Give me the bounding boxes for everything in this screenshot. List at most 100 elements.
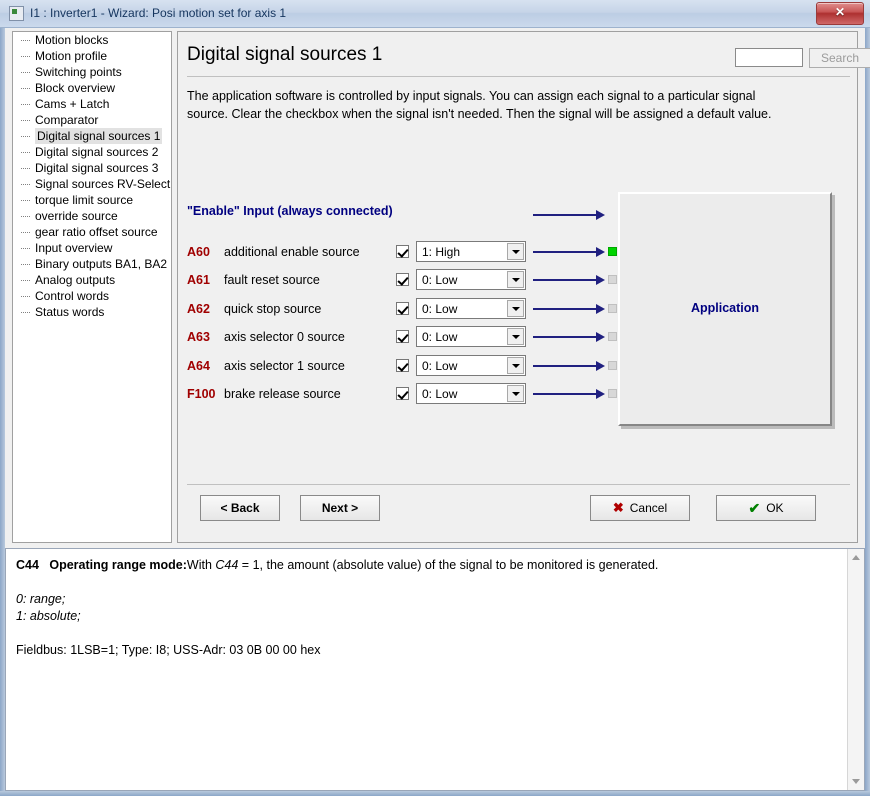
sidebar-item-motion-blocks[interactable]: Motion blocks: [13, 32, 171, 48]
sidebar-item-torque-limit-source[interactable]: torque limit source: [13, 192, 171, 208]
signal-source-select[interactable]: 0: Low: [416, 269, 526, 291]
signal-row: A64 axis selector 1 source 0: Low: [178, 354, 859, 379]
help-body-rest: = 1, the amount (absolute value) of the …: [238, 558, 659, 572]
signal-row: F100 brake release source 0: Low: [178, 383, 859, 407]
sidebar-item-label: Signal sources RV-Select: [35, 177, 171, 191]
signal-label: axis selector 0 source: [224, 330, 345, 345]
sidebar-item-label: Control words: [35, 289, 110, 303]
sidebar-item-digital-signal-sources-3[interactable]: Digital signal sources 3: [13, 160, 171, 176]
signal-row: A60 additional enable source 1: High: [178, 241, 859, 265]
scroll-up-icon[interactable]: [848, 549, 864, 566]
sidebar-item-switching-points[interactable]: Switching points: [13, 64, 171, 80]
signal-source-select[interactable]: 0: Low: [416, 297, 526, 319]
sidebar-item-binary-outputs-ba1-ba2[interactable]: Binary outputs BA1, BA2: [13, 256, 171, 272]
sidebar-item-label: Switching points: [35, 65, 122, 79]
sidebar-item-label: Cams + Latch: [35, 97, 110, 111]
cancel-button[interactable]: ✖ Cancel: [590, 495, 690, 521]
signal-enable-checkbox[interactable]: [396, 273, 409, 287]
signal-parameter-code: A61: [187, 273, 210, 288]
signal-source-select[interactable]: 0: Low: [416, 354, 526, 376]
signal-source-select[interactable]: 1: High: [416, 241, 526, 262]
footer-divider: [187, 484, 850, 485]
signal-enable-checkbox[interactable]: [396, 330, 409, 344]
chevron-down-icon[interactable]: [507, 328, 524, 346]
search-input[interactable]: [735, 48, 803, 67]
sidebar-item-label: Comparator: [35, 113, 99, 127]
help-scrollbar[interactable]: [847, 549, 864, 790]
signal-source-value: 0: Low: [422, 301, 458, 316]
sidebar-item-label: Status words: [35, 305, 105, 319]
signal-enable-checkbox[interactable]: [396, 387, 409, 400]
sidebar-item-cams-latch[interactable]: Cams + Latch: [13, 96, 171, 112]
signal-label: quick stop source: [224, 301, 322, 316]
signal-status-indicator: [608, 247, 617, 256]
help-heading: Operating range mode:: [49, 558, 187, 572]
signal-parameter-code: F100: [187, 387, 216, 401]
sidebar-item-control-words[interactable]: Control words: [13, 288, 171, 304]
back-button[interactable]: < Back: [200, 495, 280, 521]
title-divider: [187, 76, 850, 77]
signal-enable-checkbox[interactable]: [396, 245, 409, 258]
window-border-right: [865, 0, 870, 796]
chevron-down-icon[interactable]: [507, 299, 524, 317]
signal-source-value: 0: Low: [422, 358, 458, 373]
sidebar-item-input-overview[interactable]: Input overview: [13, 240, 171, 256]
signal-label: axis selector 1 source: [224, 358, 345, 373]
signal-parameter-code: A60: [187, 245, 210, 259]
sidebar-item-signal-sources-rv-select[interactable]: Signal sources RV-Select: [13, 176, 171, 192]
window-title: I1 : Inverter1 - Wizard: Posi motion set…: [30, 6, 287, 20]
navigation-tree[interactable]: Motion blocks Motion profile Switching poi…: [12, 31, 172, 543]
signal-source-select[interactable]: 0: Low: [416, 383, 526, 404]
search-button[interactable]: Search: [809, 48, 870, 68]
signal-enable-checkbox[interactable]: [396, 301, 409, 315]
application-icon: [9, 6, 24, 21]
signal-source-value: 0: Low: [422, 330, 458, 345]
ok-button[interactable]: ✔ OK: [716, 495, 816, 521]
client-area: Motion blocks Motion profile Switching poi…: [5, 28, 870, 546]
signal-status-indicator: [608, 303, 617, 313]
signal-status-indicator: [608, 275, 617, 285]
scroll-down-icon[interactable]: [848, 773, 864, 790]
chevron-down-icon[interactable]: [507, 243, 524, 260]
sidebar-item-digital-signal-sources-1[interactable]: Digital signal sources 1: [13, 128, 171, 144]
close-icon[interactable]: [816, 2, 864, 25]
sidebar-item-label: Digital signal sources 3: [35, 161, 159, 175]
chevron-down-icon[interactable]: [507, 271, 524, 289]
enable-input-label: "Enable" Input (always connected): [187, 204, 393, 218]
sidebar-item-override-source[interactable]: override source: [13, 208, 171, 224]
page-title: Digital signal sources 1: [187, 44, 383, 65]
signal-row: A63 axis selector 0 source 0: Low: [178, 326, 859, 350]
sidebar-item-label: Motion profile: [35, 49, 108, 63]
signal-source-value: 1: High: [422, 245, 461, 259]
signal-row: A62 quick stop source 0: Low: [178, 297, 859, 322]
help-panel: C44 Operating range mode:With C44 = 1, t…: [5, 548, 865, 791]
signal-enable-checkbox[interactable]: [396, 358, 409, 372]
help-body: With: [186, 558, 216, 572]
signal-source-value: 0: Low: [422, 387, 458, 401]
sidebar-item-status-words[interactable]: Status words: [13, 304, 171, 320]
sidebar-item-gear-ratio-offset-source[interactable]: gear ratio offset source: [13, 224, 171, 240]
sidebar-item-digital-signal-sources-2[interactable]: Digital signal sources 2: [13, 144, 171, 160]
sidebar-item-label: Digital signal sources 2: [35, 145, 159, 159]
signal-parameter-code: A63: [187, 330, 210, 345]
sidebar-item-motion-profile[interactable]: Motion profile: [13, 48, 171, 64]
sidebar-item-label: Analog outputs: [35, 273, 116, 287]
sidebar-item-label: Motion blocks: [35, 33, 109, 47]
help-option-0: 0: range;: [16, 592, 66, 606]
signal-diagram: "Enable" Input (always connected) Applic…: [178, 152, 859, 426]
ok-button-label: OK: [766, 501, 784, 515]
signal-source-select[interactable]: 0: Low: [416, 326, 526, 348]
signal-arrow: [533, 389, 605, 399]
next-button[interactable]: Next >: [300, 495, 380, 521]
sidebar-item-label: override source: [35, 209, 118, 223]
help-param: C44: [16, 558, 39, 572]
sidebar-item-comparator[interactable]: Comparator: [13, 112, 171, 128]
sidebar-item-label: Binary outputs BA1, BA2: [35, 257, 168, 271]
sidebar-item-block-overview[interactable]: Block overview: [13, 80, 171, 96]
chevron-down-icon[interactable]: [507, 385, 524, 402]
sidebar-item-label: torque limit source: [35, 193, 134, 207]
sidebar-item-analog-outputs[interactable]: Analog outputs: [13, 272, 171, 288]
signal-parameter-code: A64: [187, 358, 210, 373]
chevron-down-icon[interactable]: [507, 356, 524, 374]
title-bar: I1 : Inverter1 - Wizard: Posi motion set…: [0, 0, 870, 28]
